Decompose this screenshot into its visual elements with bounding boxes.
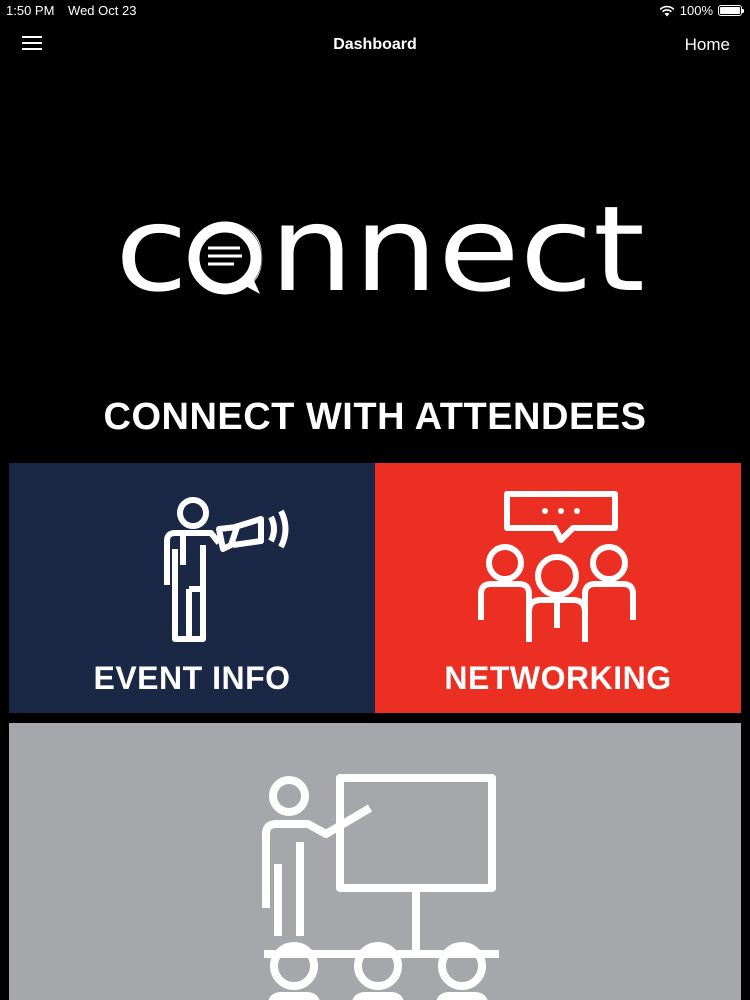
status-time: 1:50 PM [6, 3, 55, 18]
megaphone-person-icon [164, 497, 289, 642]
home-button[interactable]: Home [685, 35, 730, 55]
battery-icon [718, 5, 744, 16]
event-info-label: EVENT INFO [93, 660, 291, 696]
chat-bubble-icon [188, 221, 262, 295]
sessions-tile[interactable] [9, 723, 741, 1000]
battery-percent: 100% [679, 3, 713, 18]
wifi-icon [659, 5, 675, 16]
networking-tile[interactable]: NETWORKING [375, 463, 741, 713]
connect-logo: connect [115, 180, 645, 310]
group-chat-icon [478, 491, 636, 642]
event-info-tile[interactable]: EVENT INFO [9, 463, 375, 713]
nav-bar: Dashboard Home [0, 22, 750, 68]
page-title: Dashboard [333, 36, 417, 53]
networking-label: NETWORKING [444, 660, 672, 696]
headline: CONNECT WITH ATTENDEES [103, 396, 647, 438]
status-bar: 1:50 PM Wed Oct 23 100% [0, 0, 750, 22]
presenter-audience-icon [262, 774, 499, 1000]
status-date: Wed Oct 23 [68, 3, 137, 18]
